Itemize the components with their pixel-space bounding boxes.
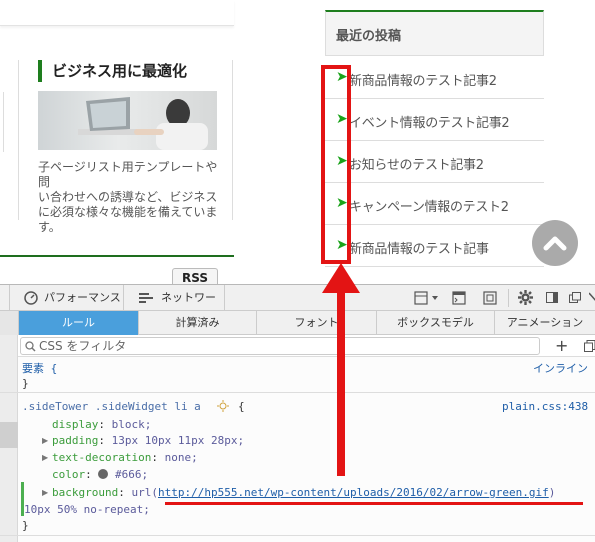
filter-bar: CSS をフィルタ + — [0, 335, 595, 357]
element-rule-text: 要素 { — [22, 362, 58, 375]
feature-description-line: 子ページリスト用テンプレートや問 — [38, 160, 218, 189]
rule-close-brace: } — [22, 519, 29, 532]
rule-separator — [0, 392, 595, 393]
toolbar-tab-edge[interactable] — [0, 285, 10, 311]
css-filter-input[interactable]: CSS をフィルタ — [20, 337, 540, 355]
rule-selector[interactable]: .sideTower .sideWidget li a — [22, 400, 201, 413]
widget-title: 最近の投稿 — [325, 10, 544, 56]
copy-icon[interactable] — [584, 340, 595, 352]
tab-box-model[interactable]: ボックスモデル — [376, 311, 494, 335]
rule-separator — [0, 535, 595, 536]
decl-value: block; — [111, 418, 152, 431]
toolbar-divider — [508, 289, 509, 307]
laptop-photo — [78, 97, 208, 150]
decl-property: background — [52, 486, 119, 499]
recent-post-link[interactable]: ➤ 新商品情報のテスト記事2 — [325, 57, 544, 99]
dock-side-icon[interactable] — [546, 292, 558, 303]
inline-source-link[interactable]: インライン — [533, 360, 588, 376]
decl-display[interactable]: display: block; — [52, 418, 151, 431]
decl-url-close: ) — [548, 486, 556, 499]
background-url-link[interactable]: http://hp555.net/wp-content/uploads/2016… — [158, 486, 549, 499]
add-rule-button[interactable]: + — [555, 336, 568, 355]
section-divider — [0, 255, 234, 257]
decl-property: text-decoration — [52, 451, 152, 464]
element-rule-close: } — [22, 377, 29, 390]
element-rule-selector[interactable]: 要素 { — [22, 360, 57, 376]
tab-rules[interactable]: ルール — [18, 311, 138, 335]
tab-performance-label: パフォーマンス — [44, 291, 121, 304]
post-title: キャンペーン情報のテスト2 — [349, 200, 509, 215]
close-icon[interactable] — [589, 292, 595, 303]
rules-subtabs: ルール 計算済み フォント ボックスモデル アニメーション — [0, 311, 595, 335]
post-title: お知らせのテスト記事2 — [349, 158, 484, 173]
recent-post-link[interactable]: ➤ お知らせのテスト記事2 — [325, 141, 544, 183]
feature-description-line: い合わせへの誘導など、ビジネス — [38, 190, 218, 204]
decl-url-open: url( — [131, 486, 158, 499]
url-underline — [165, 502, 583, 505]
expand-arrow-icon[interactable]: ▶ — [42, 453, 48, 462]
expand-arrow-icon[interactable]: ▶ — [42, 436, 48, 445]
post-title: 新商品情報のテスト記事 — [349, 242, 489, 257]
chevron-up-icon — [543, 236, 567, 251]
decl-value: #666; — [115, 468, 149, 481]
recent-post-link[interactable]: ➤ 新商品情報のテスト記事 — [325, 225, 544, 267]
undock-icon[interactable] — [569, 292, 581, 303]
sun-highlight-icon[interactable] — [217, 400, 229, 412]
recent-post-link[interactable]: ➤ イベント情報のテスト記事2 — [325, 99, 544, 141]
tab-performance[interactable]: パフォーマンス — [16, 285, 124, 311]
content-card-top — [0, 0, 234, 26]
gutter-top — [0, 335, 18, 357]
decl-property: color — [52, 468, 86, 481]
feature-description: 子ページリスト用テンプレートや問 い合わせへの誘導など、ビジネス に必須な様々な… — [38, 160, 218, 235]
performance-icon — [24, 291, 38, 305]
expand-arrow-icon[interactable]: ▶ — [42, 488, 48, 497]
decl-property: display — [52, 418, 99, 431]
arrow-up-icon — [322, 263, 360, 293]
css-filter-placeholder: CSS をフィルタ — [39, 339, 127, 353]
decl-color[interactable]: color: #666; — [52, 468, 148, 481]
feature-description-line: に必須な様々な機能を備えていま — [38, 205, 218, 219]
decl-background-rest: 10px 50% no-repeat; — [24, 503, 150, 516]
arrow-shaft — [337, 272, 345, 476]
color-swatch[interactable] — [98, 469, 109, 479]
decl-padding[interactable]: padding: 13px 10px 11px 28px; — [52, 434, 244, 447]
sidebar-toggle[interactable] — [0, 311, 18, 335]
highlight-box — [321, 65, 351, 264]
tab-network[interactable]: ネットワーク — [125, 285, 225, 330]
post-title: 新商品情報のテスト記事2 — [349, 74, 497, 89]
recent-post-link[interactable]: ➤ キャンペーン情報のテスト2 — [325, 183, 544, 225]
post-title: イベント情報のテスト記事2 — [349, 116, 510, 131]
feature-heading: ビジネス用に最適化 — [38, 60, 187, 82]
devtools-toolbar: パフォーマンス ネットワーク — [0, 285, 595, 330]
rule-open-brace: { — [238, 400, 245, 413]
decl-text-decoration[interactable]: text-decoration: none; — [52, 451, 198, 464]
gear-icon[interactable] — [518, 290, 533, 305]
feature-image — [38, 91, 217, 150]
scroll-to-top-button[interactable] — [532, 220, 578, 266]
decl-background[interactable]: background: url(http://hp555.net/wp-cont… — [52, 486, 555, 499]
decl-property: padding — [52, 434, 99, 447]
devtools-gutter — [0, 357, 18, 542]
tab-animations[interactable]: アニメーション — [494, 311, 595, 335]
responsive-icon[interactable] — [414, 291, 440, 305]
decl-value: none; — [164, 451, 198, 464]
console-icon[interactable] — [452, 291, 466, 305]
left-column-edge — [0, 92, 4, 152]
search-icon — [25, 341, 36, 352]
network-icon — [139, 293, 153, 303]
gutter-highlight — [0, 422, 18, 448]
tab-computed[interactable]: 計算済み — [138, 311, 256, 335]
tab-fonts[interactable]: フォント — [256, 311, 376, 335]
decl-value: 13px 10px 11px 28px; — [111, 434, 245, 447]
feature-description-line: す。 — [38, 220, 61, 234]
rule-source-link[interactable]: plain.css:438 — [502, 400, 588, 413]
screenshot-icon[interactable] — [483, 291, 497, 305]
